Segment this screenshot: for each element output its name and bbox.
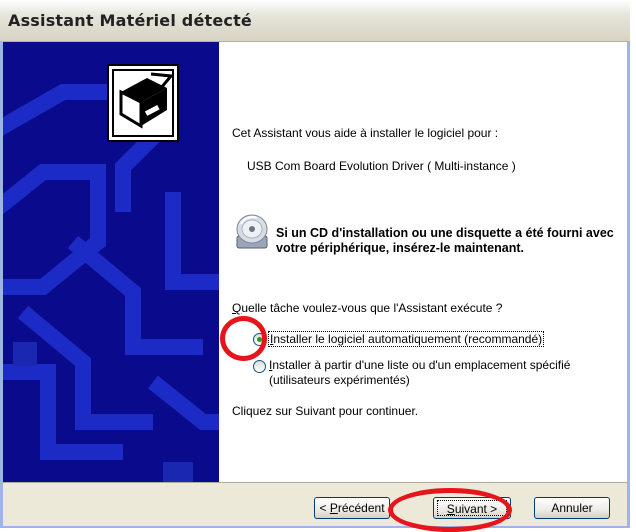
button-bar: < Précédent Suivant > Annuler (3, 482, 627, 526)
wizard-side-panel (3, 42, 219, 482)
task-question: Quelle tâche voulez-vous que l'Assistant… (232, 301, 502, 315)
intro-text: Cet Assistant vous aide à installer le l… (232, 126, 499, 140)
radio-install-automatic[interactable] (253, 333, 266, 346)
next-button[interactable]: Suivant > (433, 497, 511, 519)
option1-text: nstaller le logiciel automatiquement (re… (273, 332, 543, 346)
question-text: uelle tâche voulez-vous que l'Assistant … (241, 301, 503, 315)
option-install-automatic-label[interactable]: Installer le logiciel automatiquement (r… (267, 331, 545, 347)
device-name: USB Com Board Evolution Driver ( Multi-i… (247, 159, 516, 173)
hardware-wizard-icon (107, 64, 179, 142)
cd-disk-icon (236, 214, 268, 249)
option-install-from-list-label[interactable]: Installer à partir d'une liste ou d'un e… (269, 358, 617, 388)
wizard-window: Assistant Matériel détecté Cet Assistant… (0, 0, 630, 528)
radio-install-from-list[interactable] (253, 360, 266, 373)
previous-arrow: < (319, 501, 330, 515)
option2-text: nstaller à partir d'une liste ou d'un em… (269, 358, 571, 387)
next-label: uivant > (454, 502, 498, 516)
next-accesskey: S (446, 502, 455, 516)
continue-hint: Cliquez sur Suivant pour continuer. (232, 404, 419, 418)
radio-selected-dot (257, 337, 262, 342)
cd-instruction: Si un CD d'installation ou une disquette… (276, 226, 614, 255)
previous-label: récédent (337, 501, 385, 515)
next-focus-ring: Suivant > (437, 500, 507, 516)
question-accesskey: Q (232, 301, 242, 315)
title-bar[interactable]: Assistant Matériel détecté (0, 0, 630, 42)
cancel-button[interactable]: Annuler (534, 497, 610, 519)
wizard-content: Cet Assistant vous aide à installer le l… (219, 42, 627, 482)
previous-button[interactable]: < Précédent (314, 497, 390, 519)
window-title: Assistant Matériel détecté (8, 11, 252, 30)
previous-accesskey: P (329, 501, 338, 515)
